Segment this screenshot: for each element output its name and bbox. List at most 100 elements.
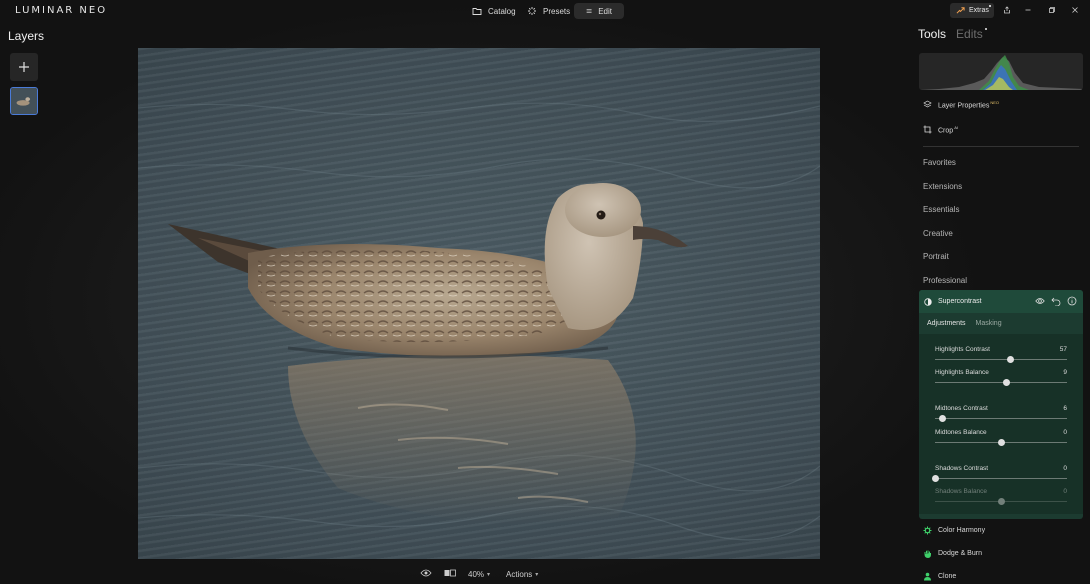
- tools-divider: [923, 146, 1079, 147]
- nav-presets-label: Presets: [543, 6, 571, 16]
- color-harmony-label: Color Harmony: [938, 527, 986, 534]
- slider-label: Shadows Balance: [935, 488, 988, 495]
- tool-color-harmony[interactable]: Color Harmony: [923, 526, 985, 535]
- layer-thumbnail-image: [11, 88, 37, 114]
- crop-label: Crop: [938, 127, 954, 135]
- histogram-graph: [919, 55, 1083, 90]
- category-essentials[interactable]: Essentials: [923, 205, 959, 214]
- slider-handle[interactable]: [931, 475, 939, 482]
- nav-edit-label: Edit: [598, 6, 612, 16]
- slider-value: 57: [1059, 346, 1067, 353]
- ai-badge: AI: [954, 125, 958, 130]
- extras-button[interactable]: Extras: [950, 3, 994, 18]
- nav-presets[interactable]: Presets: [515, 3, 582, 19]
- gull-photo: [138, 102, 820, 541]
- neo-badge: NEO: [990, 100, 1000, 105]
- bottom-toolbar: 40% ▾ Actions ▾: [420, 566, 538, 582]
- slider-value: 6: [1063, 405, 1067, 412]
- sliders-icon: [586, 9, 592, 13]
- layer-properties-label: Layer Properties: [938, 102, 990, 110]
- slider-track[interactable]: [935, 382, 1067, 383]
- eye-icon[interactable]: [1035, 296, 1045, 306]
- share-button[interactable]: [1001, 4, 1013, 16]
- restore-icon: [1049, 7, 1055, 13]
- slider-handle[interactable]: [997, 498, 1005, 505]
- tab-tools[interactable]: Tools: [918, 27, 946, 41]
- supercontrast-title: Supercontrast: [938, 298, 982, 305]
- add-layer-button[interactable]: [10, 53, 38, 81]
- minimize-icon: [1025, 9, 1031, 11]
- slider-track[interactable]: [935, 418, 1067, 419]
- slider-label: Highlights Contrast: [935, 346, 990, 353]
- supercontrast-actions: [1035, 296, 1077, 306]
- hand-icon: [924, 550, 931, 558]
- zoom-dropdown[interactable]: 40% ▾: [468, 570, 490, 579]
- edits-dot: [984, 28, 987, 30]
- actions-dropdown[interactable]: Actions ▾: [506, 570, 538, 579]
- extras-label: Extras: [969, 7, 989, 14]
- slider-value: 0: [1063, 488, 1067, 495]
- layers-title: Layers: [8, 29, 45, 43]
- slider-handle[interactable]: [997, 439, 1005, 446]
- info-icon[interactable]: [1067, 296, 1077, 306]
- nav-catalog-label: Catalog: [488, 6, 516, 16]
- undo-icon[interactable]: [1051, 296, 1061, 306]
- tool-clone[interactable]: Clone: [923, 572, 956, 581]
- nav-edit[interactable]: Edit: [574, 3, 624, 19]
- plus-icon: [19, 62, 29, 72]
- slider-value: 0: [1063, 429, 1067, 436]
- share-icon: [1004, 6, 1010, 14]
- dodge-burn-label: Dodge & Burn: [938, 550, 982, 557]
- chevron-down-icon: ▾: [535, 571, 539, 578]
- contrast-icon: [924, 297, 932, 306]
- subtab-adjustments[interactable]: Adjustments: [927, 320, 966, 327]
- category-creative[interactable]: Creative: [923, 229, 953, 238]
- actions-label: Actions: [506, 569, 533, 579]
- slider-track[interactable]: [935, 359, 1067, 360]
- slider-label: Highlights Balance: [935, 369, 989, 376]
- top-bar: LUMINAR NEO Catalog Presets Edit Extras: [0, 0, 1090, 22]
- slider-value: 0: [1063, 465, 1067, 472]
- clone-label: Clone: [938, 573, 957, 580]
- zoom-value: 40%: [468, 569, 485, 579]
- photo-canvas[interactable]: [138, 48, 820, 559]
- slider-group: Highlights Contrast 57 Highlights Balanc…: [919, 334, 1083, 514]
- preview-toggle[interactable]: [420, 569, 432, 579]
- gear-icon: [923, 526, 932, 535]
- compare-icon: [444, 569, 456, 577]
- supercontrast-subtabs: Adjustments Masking: [927, 320, 1002, 327]
- subtab-masking[interactable]: Masking: [976, 320, 1002, 327]
- histogram: [919, 53, 1083, 90]
- compare-toggle[interactable]: [444, 569, 456, 579]
- slider-handle[interactable]: [1006, 356, 1014, 363]
- extras-icon: [956, 7, 965, 14]
- tool-dodge-burn[interactable]: Dodge & Burn: [923, 549, 982, 558]
- sparkle-icon: [528, 7, 536, 15]
- app-logo: LUMINAR NEO: [15, 5, 108, 16]
- category-favorites[interactable]: Favorites: [923, 158, 956, 167]
- category-professional[interactable]: Professional: [923, 276, 967, 285]
- slider-handle[interactable]: [939, 415, 947, 422]
- slider-label: Shadows Contrast: [935, 465, 989, 472]
- slider-value: 9: [1063, 369, 1067, 376]
- eye-icon: [420, 569, 432, 577]
- extras-notification-dot: [989, 5, 991, 7]
- close-button[interactable]: [1069, 4, 1081, 16]
- restore-button[interactable]: [1046, 4, 1058, 16]
- slider-track[interactable]: [935, 478, 1067, 479]
- folder-icon: [472, 8, 482, 15]
- tool-crop[interactable]: CropAI: [923, 125, 958, 134]
- crop-icon: [923, 125, 932, 134]
- tool-layer-properties[interactable]: Layer PropertiesNEO: [923, 100, 999, 109]
- tab-edits[interactable]: Edits: [956, 27, 987, 41]
- slider-label: Midtones Contrast: [935, 405, 988, 412]
- category-portrait[interactable]: Portrait: [923, 252, 949, 261]
- category-extensions[interactable]: Extensions: [923, 182, 962, 191]
- supercontrast-panel: Supercontrast Adjustments Masking Highli…: [919, 290, 1083, 519]
- chevron-down-icon: ▾: [487, 571, 491, 578]
- minimize-button[interactable]: [1022, 4, 1034, 16]
- layers-icon: [923, 100, 932, 108]
- layer-thumbnail[interactable]: [10, 87, 38, 115]
- close-icon: [1072, 7, 1078, 13]
- slider-handle[interactable]: [1003, 379, 1011, 386]
